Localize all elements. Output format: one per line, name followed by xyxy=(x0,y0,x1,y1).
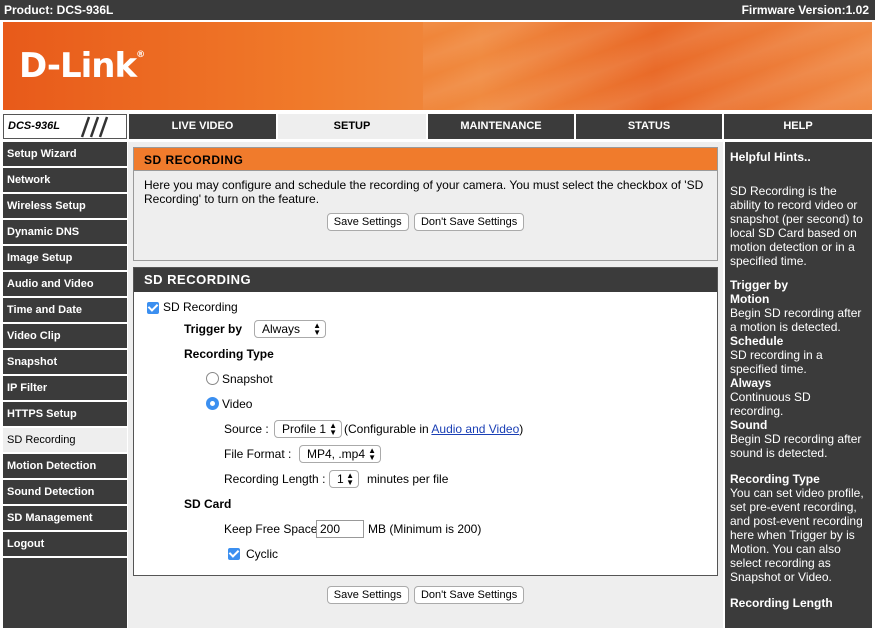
file-format-label: File Format : xyxy=(224,447,292,461)
video-label: Video xyxy=(222,397,253,411)
sidebar-item-wireless-setup[interactable]: Wireless Setup xyxy=(3,194,127,220)
top-navigation: DCS-936L LIVE VIDEO SETUP MAINTENANCE ST… xyxy=(3,114,872,139)
help-sound-text: Begin SD recording after sound is detect… xyxy=(730,432,862,460)
sidebar-item-motion-detection[interactable]: Motion Detection xyxy=(3,454,127,480)
help-always-text: Continuous SD recording. xyxy=(730,390,811,418)
help-title: Helpful Hints.. xyxy=(730,150,811,164)
video-radio[interactable] xyxy=(206,397,219,410)
file-format-select[interactable]: MP4, .mp4 ▲ ▼ xyxy=(299,445,381,463)
recording-length-unit: minutes per file xyxy=(367,472,449,486)
help-trigger-title: Trigger by xyxy=(730,278,789,292)
help-always-title: Always xyxy=(730,376,772,390)
trigger-label: Trigger by xyxy=(184,322,243,336)
help-schedule-text: SD recording in a specified time. xyxy=(730,348,823,376)
cyclic-checkbox[interactable] xyxy=(228,548,240,560)
tab-maintenance[interactable]: MAINTENANCE xyxy=(428,114,574,139)
product-label: Product: DCS-936L xyxy=(4,3,114,17)
sidebar-item-ip-filter[interactable]: IP Filter xyxy=(3,376,127,402)
model-badge: DCS-936L xyxy=(3,114,127,139)
help-reclength-title: Recording Length xyxy=(730,596,833,610)
sidebar-item-sd-management[interactable]: SD Management xyxy=(3,506,127,532)
intro-panel: SD RECORDING Here you may configure and … xyxy=(133,147,718,261)
help-motion-text: Begin SD recording after a motion is det… xyxy=(730,306,862,334)
select-arrows-icon: ▲ ▼ xyxy=(329,421,337,437)
main-content: SD RECORDING Here you may configure and … xyxy=(128,142,723,628)
sidebar-item-sound-detection[interactable]: Sound Detection xyxy=(3,480,127,506)
sidebar-item-https-setup[interactable]: HTTPS Setup xyxy=(3,402,127,428)
trigger-select[interactable]: Always ▲ ▼ xyxy=(254,320,326,338)
sidebar-item-sd-recording[interactable]: SD Recording xyxy=(3,428,127,454)
sidebar-item-network[interactable]: Network xyxy=(3,168,127,194)
sidebar: Setup Wizard Network Wireless Setup Dyna… xyxy=(3,142,127,628)
tab-help[interactable]: HELP xyxy=(724,114,872,139)
select-arrows-icon: ▲ ▼ xyxy=(368,446,376,462)
keep-free-space-input[interactable]: 200 xyxy=(316,520,364,538)
settings-panel: SD RECORDING SD Recording Trigger by Alw… xyxy=(133,267,718,576)
top-bar: Product: DCS-936L Firmware Version:1.02 xyxy=(0,0,875,20)
recording-length-select[interactable]: 1 ▲ ▼ xyxy=(329,470,359,488)
tab-status[interactable]: STATUS xyxy=(576,114,722,139)
source-select[interactable]: Profile 1 ▲ ▼ xyxy=(274,420,342,438)
source-label: Source : xyxy=(224,422,269,436)
keep-free-space-unit: MB (Minimum is 200) xyxy=(368,522,482,536)
dont-save-button-top[interactable]: Don't Save Settings xyxy=(413,213,525,231)
save-button-bottom[interactable]: Save Settings xyxy=(326,586,409,604)
help-panel: Helpful Hints.. SD Recording is the abil… xyxy=(725,142,872,628)
tab-live-video[interactable]: LIVE VIDEO xyxy=(129,114,276,139)
cyclic-label: Cyclic xyxy=(246,547,278,561)
select-arrows-icon: ▲ ▼ xyxy=(313,321,321,337)
help-schedule-title: Schedule xyxy=(730,334,784,348)
help-intro: SD Recording is the ability to record vi… xyxy=(730,184,863,268)
sidebar-item-image-setup[interactable]: Image Setup xyxy=(3,246,127,272)
sidebar-item-setup-wizard[interactable]: Setup Wizard xyxy=(3,142,127,168)
save-button-top[interactable]: Save Settings xyxy=(326,213,409,231)
intro-description: Here you may configure and schedule the … xyxy=(144,178,704,206)
tab-setup[interactable]: SETUP xyxy=(278,114,426,139)
select-arrows-icon: ▲ ▼ xyxy=(346,471,354,487)
sidebar-item-dynamic-dns[interactable]: Dynamic DNS xyxy=(3,220,127,246)
sd-recording-checkbox[interactable] xyxy=(147,302,159,314)
slashes-icon xyxy=(80,116,109,138)
dlink-logo: D-Link® xyxy=(19,46,145,86)
sidebar-item-time-and-date[interactable]: Time and Date xyxy=(3,298,127,324)
dont-save-button-bottom[interactable]: Don't Save Settings xyxy=(413,586,525,604)
audio-video-link[interactable]: Audio and Video xyxy=(431,422,519,436)
snapshot-label: Snapshot xyxy=(222,372,273,386)
firmware-label: Firmware Version:1.02 xyxy=(741,3,869,17)
sidebar-item-logout[interactable]: Logout xyxy=(3,532,127,558)
model-name: DCS-936L xyxy=(8,120,60,132)
help-motion-title: Motion xyxy=(730,292,770,306)
sidebar-item-audio-and-video[interactable]: Audio and Video xyxy=(3,272,127,298)
configurable-note: (Configurable in Audio and Video) xyxy=(344,422,524,436)
recording-length-label: Recording Length : xyxy=(224,472,326,486)
snapshot-radio[interactable] xyxy=(206,372,219,385)
sd-recording-label: SD Recording xyxy=(163,300,238,314)
help-sound-title: Sound xyxy=(730,418,768,432)
sidebar-item-snapshot[interactable]: Snapshot xyxy=(3,350,127,376)
keep-free-space-label: Keep Free Space: xyxy=(224,522,321,536)
intro-title: SD RECORDING xyxy=(134,148,717,171)
recording-type-label: Recording Type xyxy=(184,347,274,361)
sd-card-label: SD Card xyxy=(184,497,232,511)
brand-banner: D-Link® xyxy=(3,22,872,110)
sidebar-item-video-clip[interactable]: Video Clip xyxy=(3,324,127,350)
help-rectype-text: You can set video profile, set pre-event… xyxy=(730,486,864,584)
help-rectype-title: Recording Type xyxy=(730,472,820,486)
settings-title: SD RECORDING xyxy=(134,268,717,292)
